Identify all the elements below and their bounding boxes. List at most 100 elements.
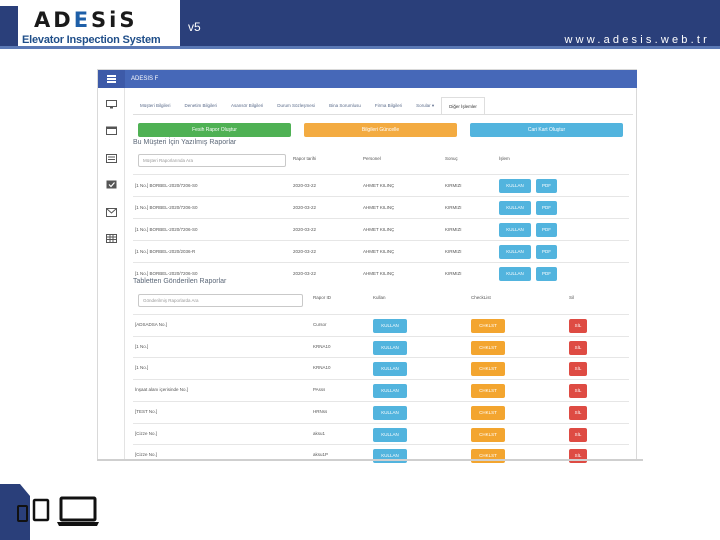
report-name: [1 No.] BORBEL-2020/2036-R — [135, 249, 196, 254]
calendar-icon[interactable] — [106, 126, 117, 135]
table-row: [1 No.] KRNA10 KULLAN CHKLST SİL — [133, 336, 629, 358]
use-button[interactable]: KULLAN — [499, 223, 531, 237]
tab-inspection-info[interactable]: Denetim Bilgileri — [178, 97, 225, 114]
use-button[interactable]: KULLAN — [373, 384, 407, 398]
use-button[interactable]: KULLAN — [499, 245, 531, 259]
devices-icon — [0, 484, 99, 540]
report-result: KIRMIZI — [445, 227, 462, 232]
checklist-button[interactable]: CHKLST — [471, 319, 505, 333]
report-name: [1 No.] BORBEL-2020/7206-S0 — [135, 271, 198, 276]
app-window: ADESIS F Müşteri Bilgileri Denetim Bilgi… — [97, 69, 637, 463]
checkbox-icon[interactable] — [106, 180, 117, 189]
report-staff: AHMET KILINÇ — [363, 205, 395, 210]
tab-company-info[interactable]: Firma Bilgileri — [368, 97, 409, 114]
use-button[interactable]: KULLAN — [499, 201, 531, 215]
report-result: KIRMIZI — [445, 271, 462, 276]
use-button[interactable]: KULLAN — [499, 179, 531, 193]
list-icon[interactable] — [106, 154, 117, 163]
use-button[interactable]: KULLAN — [373, 362, 407, 376]
delete-button[interactable]: SİL — [569, 362, 587, 376]
tablet-report-name: [1 No.] — [135, 365, 149, 370]
table-header: Rapor tarihi Personel Sonuç İşlem — [133, 154, 629, 172]
mail-icon[interactable] — [106, 208, 117, 217]
app-sidebar — [98, 70, 125, 460]
tablet-report-id: Cursor — [313, 322, 327, 327]
pdf-button[interactable]: PDF — [536, 223, 557, 237]
checklist-button[interactable]: CHKLST — [471, 362, 505, 376]
header-staff: Personel — [363, 156, 381, 161]
header-delete: Sil — [569, 295, 575, 300]
report-date: 2020-03-22 — [293, 205, 317, 210]
report-result: KIRMIZI — [445, 205, 462, 210]
report-staff: AHMET KILINÇ — [363, 183, 395, 188]
delete-button[interactable]: SİL — [569, 341, 587, 355]
tab-questions[interactable]: Sorular ▾ — [409, 97, 441, 114]
report-name: [1 No.] BORBEL-2020/7206-S0 — [135, 205, 198, 210]
tablet-report-name: [1 No.] — [135, 344, 149, 349]
use-button[interactable]: KULLAN — [373, 319, 407, 333]
checklist-button[interactable]: CHKLST — [471, 406, 505, 420]
header-use: Kullan — [373, 295, 386, 300]
monitor-icon[interactable] — [106, 100, 117, 109]
tablet-report-name: [TEST No.] — [135, 409, 158, 414]
delete-button[interactable]: SİL — [569, 384, 587, 398]
table-row: [1 No.] BORBEL-2020/7206-S0 2020-03-22 AHM… — [133, 174, 629, 196]
tab-contract[interactable]: Durum Sözleşmesi — [270, 97, 322, 114]
delete-button[interactable]: SİL — [569, 406, 587, 420]
create-card-button[interactable]: Cari Kart Oluştur — [470, 123, 623, 137]
checklist-button[interactable]: CHKLST — [471, 428, 505, 442]
tab-elevator-info[interactable]: Asansör Bilgileri — [224, 97, 270, 114]
tablet-report-name: [ADSADSA No.] — [135, 322, 168, 327]
header-band: www.adesis.web.tr — [228, 0, 720, 46]
checklist-button[interactable]: CHKLST — [471, 384, 505, 398]
header-checklist: CheckList — [471, 295, 491, 300]
tablet-report-id: PAsss — [313, 387, 326, 392]
use-button[interactable]: KULLAN — [373, 406, 407, 420]
report-date: 2020-03-22 — [293, 249, 317, 254]
grid-icon[interactable] — [106, 234, 117, 243]
app-topbar: ADESIS F — [125, 70, 637, 88]
website-url: www.adesis.web.tr — [564, 34, 710, 46]
use-button[interactable]: KULLAN — [373, 428, 407, 442]
adesis-logo: ADESiS Elevator Inspection System — [18, 6, 178, 46]
pdf-button[interactable]: PDF — [536, 201, 557, 215]
menu-icon[interactable] — [98, 70, 125, 88]
header-divider — [0, 46, 720, 49]
report-date: 2020-03-22 — [293, 271, 317, 276]
update-data-button[interactable]: Bilgileri Güncelle — [304, 123, 457, 137]
header-result: Sonuç — [445, 156, 458, 161]
header-action: İşlem — [499, 156, 510, 161]
delete-button[interactable]: SİL — [569, 319, 587, 333]
use-button[interactable]: KULLAN — [373, 341, 407, 355]
report-date: 2020-03-22 — [293, 183, 317, 188]
table-row: İnşaat alanı içerisinde No.] PAsss KULLAN C… — [133, 379, 629, 401]
tablet-report-id: KRNA10 — [313, 365, 331, 370]
table-row: [ADSADSA No.] Cursor KULLAN CHKLST SİL — [133, 314, 629, 336]
tab-bar: Müşteri Bilgileri Denetim Bilgileri Asan… — [133, 97, 633, 115]
delete-button[interactable]: SİL — [569, 428, 587, 442]
app-window-shadow — [97, 459, 643, 461]
logo-tagline: Elevator Inspection System — [22, 34, 161, 46]
tablet-reports-title: Tabletten Gönderilen Raporlar — [133, 278, 227, 285]
table-row: [1 No.] KRNA10 KULLAN CHKLST SİL — [133, 357, 629, 379]
tab-other-actions[interactable]: Diğer İşlemler — [441, 97, 485, 114]
pdf-button[interactable]: PDF — [536, 179, 557, 193]
checklist-button[interactable]: CHKLST — [471, 341, 505, 355]
header-report-id: Rapor ID — [313, 295, 332, 300]
pdf-button[interactable]: PDF — [536, 245, 557, 259]
tablet-report-name: [Cizze No.] — [135, 452, 158, 457]
written-reports-title: Bu Müşteri İçin Yazılmış Raporlar — [133, 139, 237, 146]
create-report-button[interactable]: Fesih Rapor Oluştur — [138, 123, 291, 137]
tablet-report-name: İnşaat alanı içerisinde No.] — [135, 387, 189, 392]
tab-customer-info[interactable]: Müşteri Bilgileri — [133, 97, 178, 114]
tablet-report-id: HRNss — [313, 409, 328, 414]
table-row: [TEST No.] HRNss KULLAN CHKLST SİL — [133, 401, 629, 423]
tab-building-manager[interactable]: Bina Sorumlusu — [322, 97, 368, 114]
tablet-report-name: [Cizze No.] — [135, 431, 158, 436]
tablet-report-id: aksu1P — [313, 452, 329, 457]
pdf-button[interactable]: PDF — [536, 267, 557, 281]
report-result: KIRMIZI — [445, 183, 462, 188]
table-row: [Cizze No.] aksu1 KULLAN CHKLST SİL — [133, 423, 629, 445]
report-staff: AHMET KILINÇ — [363, 271, 395, 276]
use-button[interactable]: KULLAN — [499, 267, 531, 281]
